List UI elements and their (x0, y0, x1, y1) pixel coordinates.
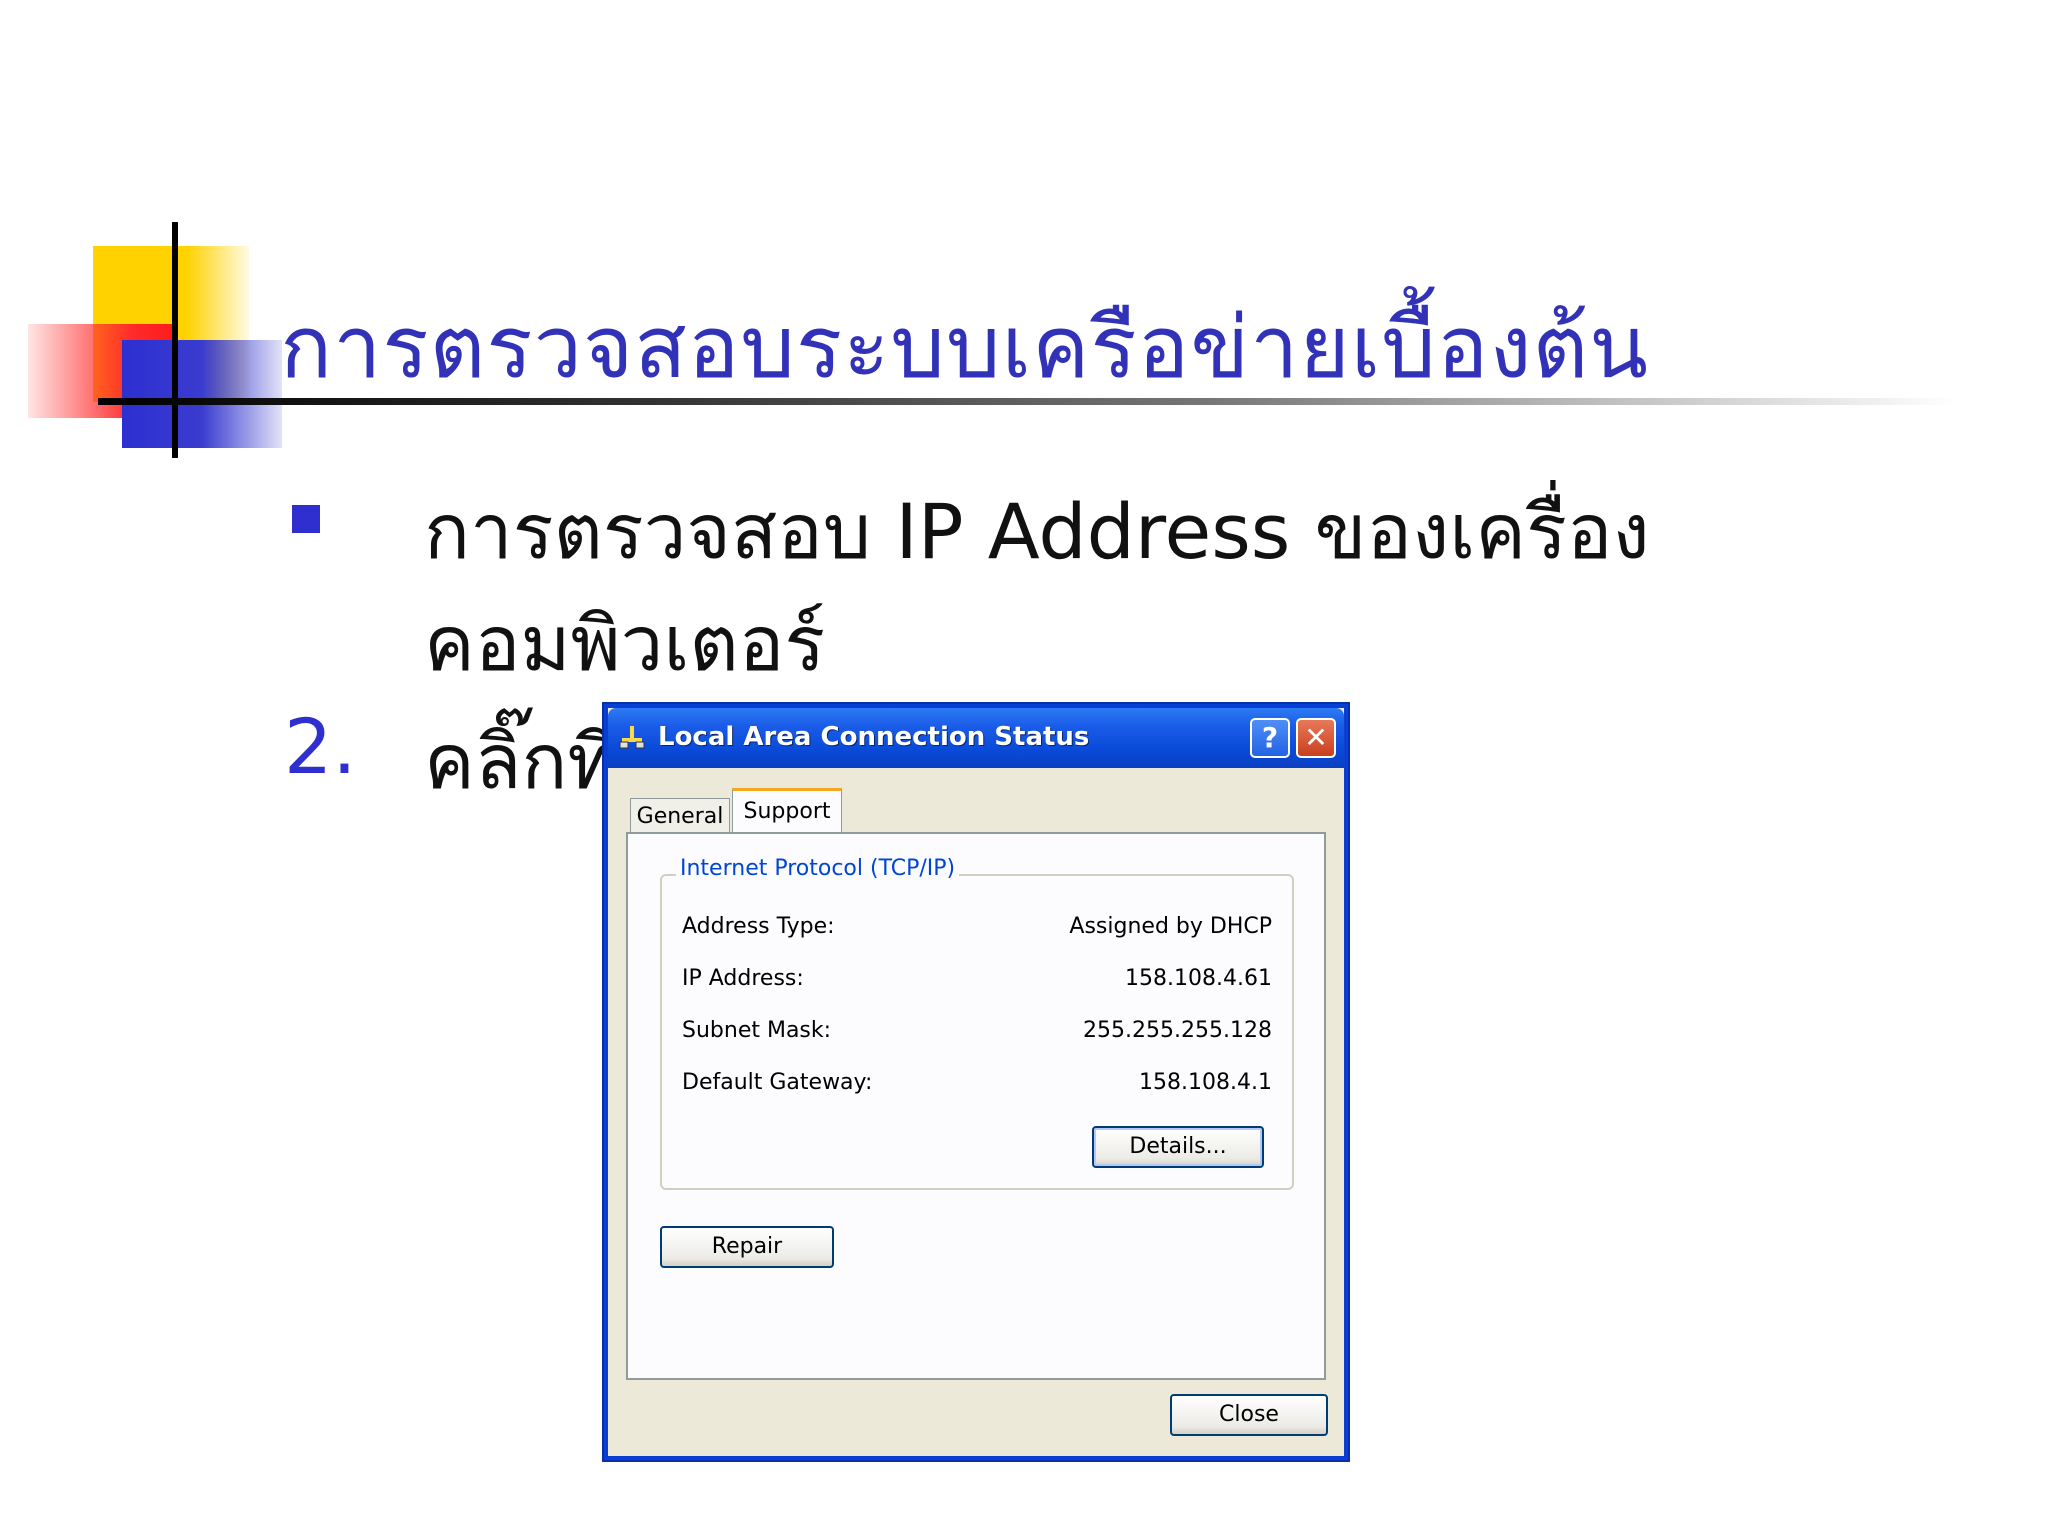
dialog-title: Local Area Connection Status (658, 722, 1090, 752)
decor-blue-square (122, 340, 282, 448)
default-gateway-value: 158.108.4.1 (1139, 1070, 1272, 1095)
ip-address-value: 158.108.4.61 (1125, 966, 1272, 991)
group-title: Internet Protocol (TCP/IP) (676, 856, 960, 881)
step-number: 2. (284, 702, 357, 791)
help-button[interactable]: ? (1250, 718, 1290, 758)
step-text: คลิ๊กที่ (424, 717, 618, 806)
tcpip-groupbox: Internet Protocol (TCP/IP) Address Type:… (660, 856, 1294, 1190)
title-close-button[interactable]: ✕ (1296, 718, 1336, 758)
tab-support[interactable]: Support (732, 788, 842, 834)
close-button[interactable]: Close (1170, 1394, 1328, 1436)
bullet-text-line2: คอมพิวเตอร์ (424, 599, 826, 688)
details-button[interactable]: Details... (1092, 1126, 1264, 1168)
bullet-square-icon (292, 505, 320, 533)
subnet-mask-value: 255.255.255.128 (1083, 1018, 1272, 1043)
network-connection-icon (618, 724, 646, 752)
slide-title: การตรวจสอบระบบเครือข่ายเบื้องต้น (280, 298, 1650, 398)
ip-address-label: IP Address: (682, 966, 804, 991)
address-type-label: Address Type: (682, 914, 835, 939)
bullet-text-line1: การตรวจสอบ IP Address ของเครื่อง (424, 487, 1650, 576)
support-tab-panel: Internet Protocol (TCP/IP) Address Type:… (626, 832, 1326, 1380)
decor-vertical-line (172, 222, 178, 458)
subnet-mask-label: Subnet Mask: (682, 1018, 832, 1043)
dialog-titlebar[interactable]: Local Area Connection Status ? ✕ (608, 708, 1344, 768)
tab-general[interactable]: General (630, 798, 730, 834)
address-type-value: Assigned by DHCP (1069, 914, 1272, 939)
repair-button[interactable]: Repair (660, 1226, 834, 1268)
default-gateway-label: Default Gateway: (682, 1070, 873, 1095)
connection-status-dialog: Local Area Connection Status ? ✕ General… (604, 704, 1348, 1460)
